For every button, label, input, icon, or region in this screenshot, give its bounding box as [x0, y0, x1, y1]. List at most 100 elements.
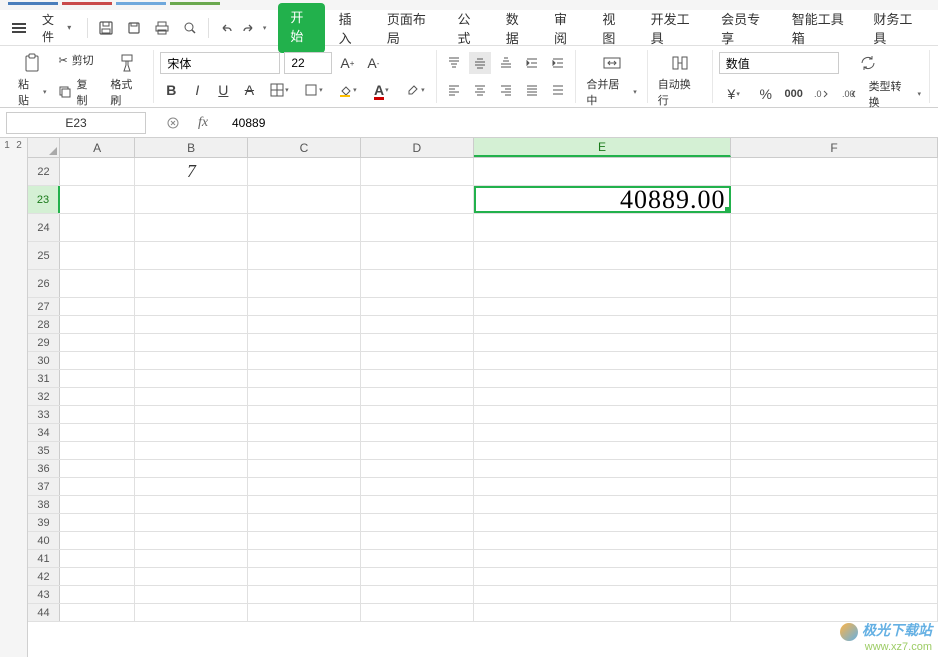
doc-tab[interactable] [170, 2, 220, 5]
cell[interactable] [474, 352, 731, 369]
copy-button[interactable]: 复制 [56, 74, 100, 110]
cell[interactable] [60, 568, 135, 585]
fill-color-icon[interactable]: ▾ [332, 79, 362, 101]
cell[interactable] [60, 442, 135, 459]
cell[interactable] [60, 158, 135, 185]
cell[interactable] [135, 242, 248, 269]
cell[interactable] [135, 352, 248, 369]
cell[interactable] [248, 406, 361, 423]
cell[interactable] [731, 460, 938, 477]
cell[interactable] [60, 370, 135, 387]
cell[interactable] [248, 388, 361, 405]
cell[interactable] [361, 586, 474, 603]
cell-style-icon[interactable]: ▾ [298, 79, 328, 101]
outline-level[interactable]: 1 [2, 140, 12, 655]
cell[interactable] [731, 316, 938, 333]
cell[interactable] [135, 214, 248, 241]
cell[interactable] [135, 270, 248, 297]
cell[interactable] [248, 604, 361, 621]
save-icon[interactable] [96, 18, 116, 38]
cell[interactable] [361, 550, 474, 567]
row-header[interactable]: 25 [28, 242, 60, 269]
cell[interactable] [474, 214, 731, 241]
cell[interactable] [248, 442, 361, 459]
distribute-icon[interactable] [547, 79, 569, 101]
cell[interactable] [248, 298, 361, 315]
align-top-icon[interactable] [443, 52, 465, 74]
cell[interactable] [60, 586, 135, 603]
cell[interactable] [731, 158, 938, 185]
cell[interactable] [248, 270, 361, 297]
cell[interactable] [248, 352, 361, 369]
row-header[interactable]: 29 [28, 334, 60, 351]
align-bottom-icon[interactable] [495, 52, 517, 74]
cell[interactable] [474, 514, 731, 531]
font-size-select[interactable] [284, 52, 332, 74]
cell[interactable] [474, 316, 731, 333]
ribbon-tab-formula[interactable]: 公式 [445, 3, 491, 53]
cell[interactable] [474, 424, 731, 441]
cell[interactable] [474, 568, 731, 585]
cell[interactable] [135, 316, 248, 333]
cell[interactable] [135, 604, 248, 621]
merge-center-button[interactable]: 合并居中▾ [582, 50, 640, 110]
cell[interactable] [361, 478, 474, 495]
refresh-button[interactable] [853, 50, 883, 76]
row-header[interactable]: 39 [28, 514, 60, 531]
align-center-icon[interactable] [469, 79, 491, 101]
clear-format-icon[interactable]: ▾ [400, 79, 430, 101]
column-header[interactable]: D [361, 138, 474, 157]
cell[interactable] [135, 586, 248, 603]
doc-tab[interactable] [116, 2, 166, 5]
cell[interactable]: 7 [135, 158, 248, 185]
row-header[interactable]: 32 [28, 388, 60, 405]
doc-tab[interactable] [8, 2, 58, 5]
ribbon-tab-insert[interactable]: 插入 [327, 3, 373, 53]
cell[interactable] [731, 568, 938, 585]
cell[interactable] [361, 242, 474, 269]
underline-icon[interactable]: U [212, 79, 234, 101]
cell[interactable] [361, 352, 474, 369]
ribbon-tab-view[interactable]: 视图 [590, 3, 636, 53]
cell[interactable] [135, 532, 248, 549]
cell[interactable] [361, 406, 474, 423]
cell[interactable] [135, 514, 248, 531]
italic-icon[interactable]: I [186, 79, 208, 101]
cell[interactable] [474, 388, 731, 405]
cell[interactable] [361, 514, 474, 531]
cell[interactable] [361, 532, 474, 549]
number-format-select[interactable] [719, 52, 839, 74]
row-header[interactable]: 23 [28, 186, 60, 213]
outline-level[interactable]: 2 [14, 140, 24, 655]
row-header[interactable]: 38 [28, 496, 60, 513]
cell[interactable] [60, 298, 135, 315]
increase-decimal-icon[interactable]: .0 [811, 83, 833, 105]
cell[interactable] [135, 388, 248, 405]
cell[interactable] [60, 550, 135, 567]
cell[interactable] [731, 514, 938, 531]
column-header[interactable]: F [731, 138, 938, 157]
ribbon-tab-home[interactable]: 开始 [278, 3, 324, 53]
cell[interactable] [474, 442, 731, 459]
cell[interactable] [248, 496, 361, 513]
type-convert-button[interactable]: 类型转换▾ [867, 76, 923, 112]
font-color-icon[interactable]: A▾ [366, 79, 396, 101]
select-all-corner[interactable] [28, 138, 60, 157]
cell[interactable] [60, 406, 135, 423]
cell[interactable] [731, 214, 938, 241]
cell[interactable] [474, 370, 731, 387]
bold-icon[interactable]: B [160, 79, 182, 101]
cell[interactable] [248, 568, 361, 585]
format-painter-button[interactable]: 格式刷 [106, 50, 147, 110]
cancel-formula-icon[interactable] [162, 112, 184, 134]
row-header[interactable]: 27 [28, 298, 60, 315]
print-preview-icon[interactable] [180, 18, 200, 38]
paste-button[interactable]: 粘贴▾ [14, 50, 50, 110]
cell[interactable] [731, 388, 938, 405]
cell[interactable] [361, 158, 474, 185]
cell[interactable] [248, 214, 361, 241]
cell[interactable] [731, 370, 938, 387]
ribbon-tab-finance[interactable]: 财务工具 [861, 3, 930, 53]
cell[interactable] [474, 242, 731, 269]
cell[interactable] [60, 532, 135, 549]
